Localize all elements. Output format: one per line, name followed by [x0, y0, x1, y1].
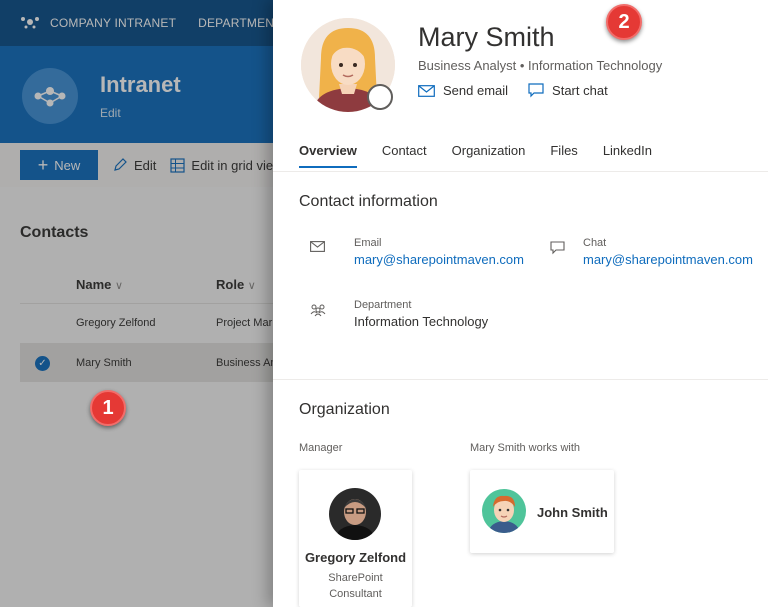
chat-link[interactable]: mary@sharepointmaven.com — [583, 252, 753, 267]
colleague-card[interactable]: John Smith — [470, 470, 614, 553]
department-label: Department — [354, 299, 412, 311]
start-chat-label: Start chat — [552, 83, 608, 98]
mail-icon — [310, 241, 325, 252]
profile-name: Mary Smith — [418, 22, 555, 52]
chat-icon — [528, 83, 544, 98]
contact-section-title: Contact information — [299, 193, 438, 210]
tab-files[interactable]: Files — [550, 143, 577, 168]
works-with-label: Mary Smith works with — [470, 442, 581, 454]
manager-role-line1: SharePoint — [328, 572, 383, 584]
manager-label: Manager — [299, 442, 343, 454]
organization-section-title: Organization — [299, 401, 390, 418]
chat-label: Chat — [583, 237, 607, 249]
tab-contact[interactable]: Contact — [382, 143, 427, 168]
manager-card[interactable]: Gregory Zelfond SharePoint Consultant — [299, 470, 412, 607]
tab-organization[interactable]: Organization — [452, 143, 526, 168]
tab-linkedin[interactable]: LinkedIn — [603, 143, 652, 168]
department-value: Information Technology — [354, 314, 489, 329]
tabs-divider — [273, 171, 768, 172]
profile-subtitle: Business Analyst • Information Technolog… — [418, 58, 663, 73]
colleague-name: John Smith — [537, 505, 608, 520]
email-label: Email — [354, 237, 382, 249]
presence-status-icon — [367, 84, 393, 110]
send-email-button[interactable]: Send email — [418, 83, 508, 98]
people-icon — [310, 304, 326, 317]
mail-icon — [418, 84, 435, 97]
callout-badge-2: 2 — [606, 4, 642, 40]
colleague-avatar — [482, 489, 526, 533]
callout-badge-1: 1 — [90, 390, 126, 426]
email-link[interactable]: mary@sharepointmaven.com — [354, 252, 524, 267]
manager-role-line2: Consultant — [329, 588, 382, 600]
profile-actions: Send email Start chat — [418, 83, 608, 98]
manager-name: Gregory Zelfond — [304, 550, 407, 565]
profile-tabs: Overview Contact Organization Files Link… — [299, 143, 677, 168]
send-email-label: Send email — [443, 83, 509, 98]
section-divider — [273, 379, 768, 380]
start-chat-button[interactable]: Start chat — [528, 83, 608, 98]
chat-icon — [550, 241, 565, 255]
manager-avatar — [329, 488, 381, 540]
tab-overview[interactable]: Overview — [299, 143, 357, 168]
profile-card-panel: Mary Smith Business Analyst • Informatio… — [273, 0, 768, 607]
